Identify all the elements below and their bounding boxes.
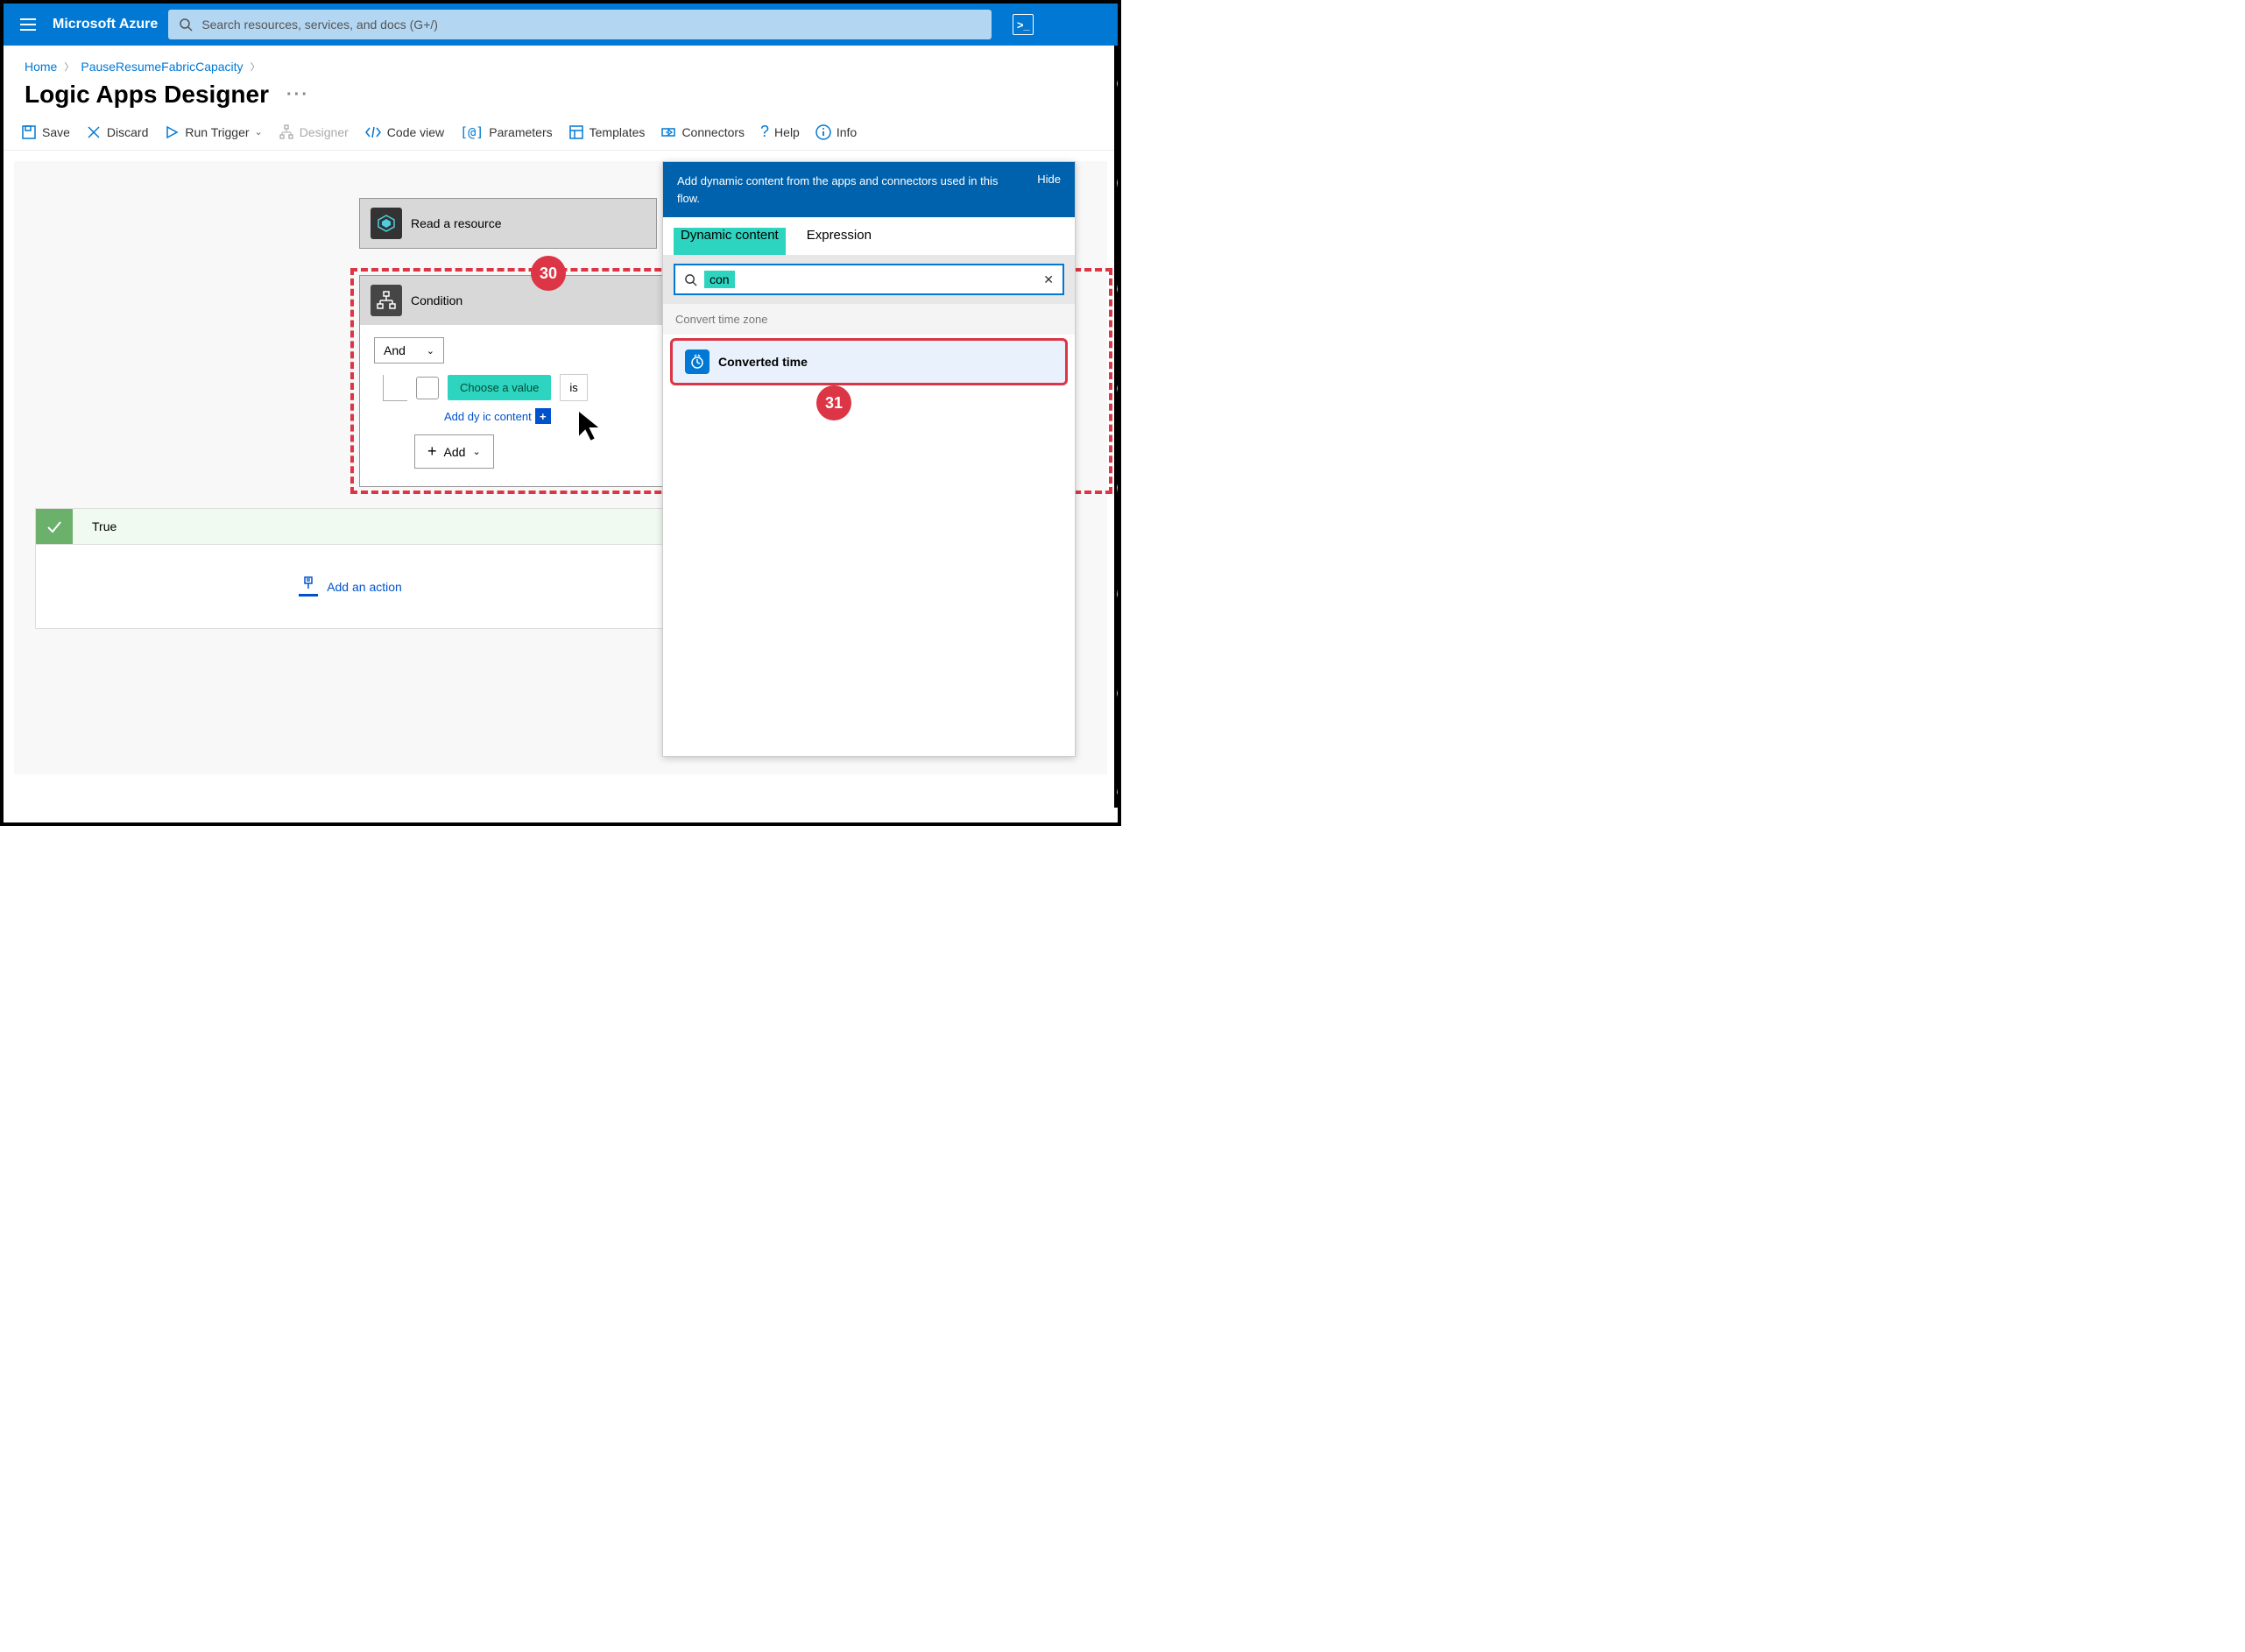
tree-connector xyxy=(383,375,407,401)
parameters-icon: [@] xyxy=(460,124,484,140)
add-row-button[interactable]: + Add ⌄ xyxy=(414,434,494,469)
chevron-right-icon: 〉 xyxy=(251,60,260,74)
condition-icon xyxy=(371,285,402,316)
designer-icon xyxy=(279,124,294,140)
brand-label: Microsoft Azure xyxy=(53,17,158,32)
cloud-shell-button[interactable]: >_ xyxy=(1013,14,1034,35)
search-placeholder: Search resources, services, and docs (G+… xyxy=(201,18,438,32)
more-button[interactable]: ··· xyxy=(286,85,309,105)
close-icon xyxy=(86,124,102,140)
hide-button[interactable]: Hide xyxy=(1037,173,1061,186)
search-icon xyxy=(179,18,193,32)
chevron-down-icon: ⌄ xyxy=(427,345,434,357)
action-card-read-resource[interactable]: Read a resource xyxy=(359,198,657,249)
page-title: Logic Apps Designer xyxy=(25,81,269,109)
designer-tab[interactable]: Designer xyxy=(279,124,349,140)
dynamic-content-popover: Add dynamic content from the apps and co… xyxy=(662,161,1076,757)
designer-toolbar: Save Discard Run Trigger ⌄ Designer Code… xyxy=(4,109,1118,151)
token-group-header: Convert time zone xyxy=(663,304,1075,335)
run-trigger-button[interactable]: Run Trigger ⌄ xyxy=(164,124,262,140)
connectors-icon xyxy=(660,124,676,140)
tab-expression[interactable]: Expression xyxy=(807,228,872,255)
plus-icon: + xyxy=(535,408,551,424)
breadcrumb-item[interactable]: PauseResumeFabricCapacity xyxy=(81,60,243,74)
search-value: con xyxy=(704,271,735,288)
code-view-button[interactable]: Code view xyxy=(364,124,444,140)
help-icon: ? xyxy=(760,123,769,141)
chevron-right-icon: 〉 xyxy=(64,60,74,74)
popover-title: Add dynamic content from the apps and co… xyxy=(677,173,1001,207)
global-search-input[interactable]: Search resources, services, and docs (G+… xyxy=(168,10,992,39)
operator-select[interactable]: is xyxy=(560,374,587,401)
dynamic-content-search-input[interactable]: con ✕ xyxy=(674,264,1064,295)
clear-search-button[interactable]: ✕ xyxy=(1043,272,1054,287)
card-title: Condition xyxy=(411,293,462,307)
help-button[interactable]: ? Help xyxy=(760,123,800,141)
connectors-button[interactable]: Connectors xyxy=(660,124,745,140)
designer-canvas[interactable]: Read a resource Condition And ⌄ Choose a… xyxy=(14,161,1107,774)
annotation-callout-30: 30 xyxy=(531,256,566,291)
discard-button[interactable]: Discard xyxy=(86,124,148,140)
save-button[interactable]: Save xyxy=(21,124,70,140)
chevron-down-icon: ⌄ xyxy=(472,446,480,457)
azure-topbar: Microsoft Azure Search resources, servic… xyxy=(4,4,1118,46)
operand-left-input[interactable]: Choose a value xyxy=(448,375,551,400)
torn-edge-decoration xyxy=(1114,46,1121,808)
play-icon xyxy=(164,124,180,140)
clock-icon xyxy=(685,349,710,374)
check-icon xyxy=(36,509,73,544)
save-icon xyxy=(21,124,37,140)
tab-dynamic-content[interactable]: Dynamic content xyxy=(674,228,786,255)
plus-icon: + xyxy=(427,442,437,461)
add-action-icon xyxy=(299,576,318,597)
token-converted-time[interactable]: Converted time xyxy=(670,338,1068,385)
page-title-row: Logic Apps Designer ··· xyxy=(4,81,1118,109)
condition-group-operator[interactable]: And ⌄ xyxy=(374,337,444,364)
annotation-callout-31: 31 xyxy=(816,385,851,420)
info-icon xyxy=(815,124,831,140)
parameters-button[interactable]: [@] Parameters xyxy=(460,124,552,140)
true-branch: True Add an action xyxy=(35,508,666,629)
chevron-down-icon: ⌄ xyxy=(255,126,263,138)
info-button[interactable]: Info xyxy=(815,124,857,140)
branch-label: True xyxy=(83,511,125,542)
add-action-button[interactable]: Add an action xyxy=(36,545,665,628)
breadcrumb-home[interactable]: Home xyxy=(25,60,57,74)
search-icon xyxy=(684,273,697,286)
breadcrumb: Home 〉 PauseResumeFabricCapacity 〉 xyxy=(4,46,1118,81)
templates-button[interactable]: Templates xyxy=(568,124,646,140)
arm-icon xyxy=(371,208,402,239)
hamburger-menu-button[interactable] xyxy=(14,11,42,39)
templates-icon xyxy=(568,124,584,140)
card-title: Read a resource xyxy=(411,216,502,230)
row-checkbox[interactable] xyxy=(416,377,439,399)
token-label: Converted time xyxy=(718,355,808,369)
code-icon xyxy=(364,124,382,140)
